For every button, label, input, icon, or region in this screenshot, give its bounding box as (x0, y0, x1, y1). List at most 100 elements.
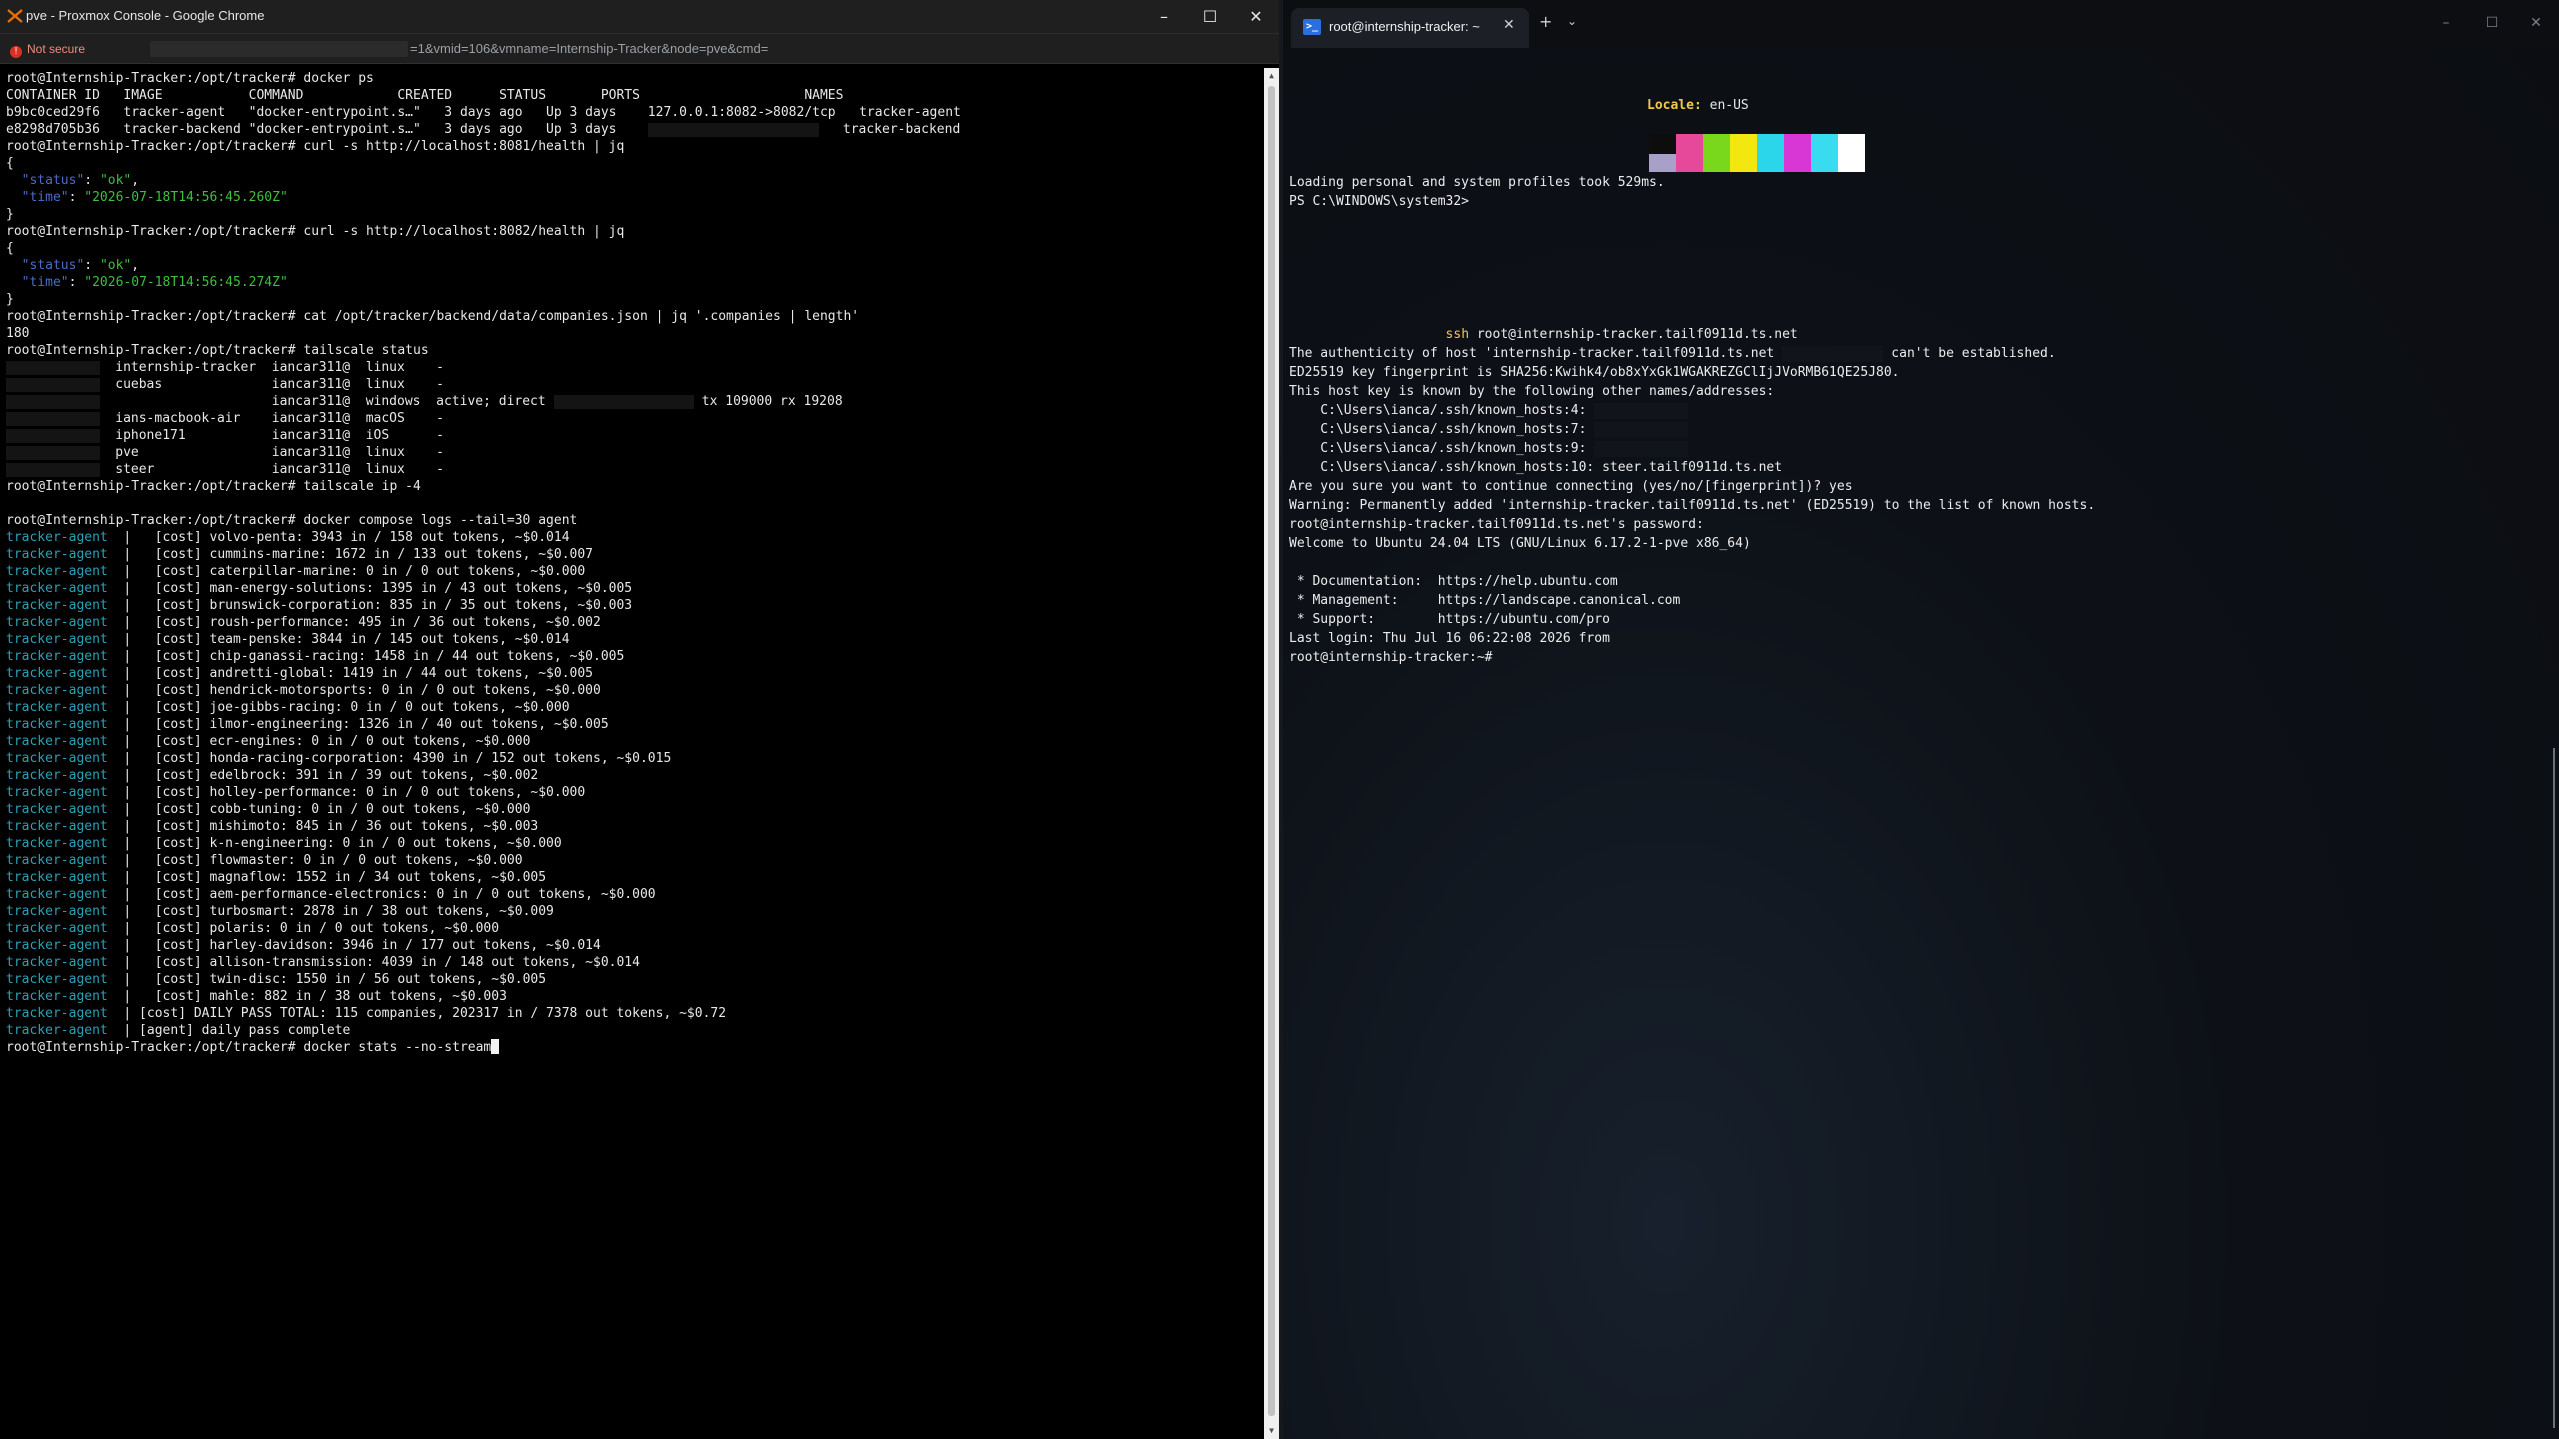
url-text[interactable]: =1&vmid=106&vmname=Internship-Tracker&no… (410, 41, 768, 56)
proxmox-icon (7, 9, 23, 23)
line-text: | [cost] hendrick-motorsports: 0 in / 0 … (107, 683, 601, 698)
new-tab-icon[interactable]: + (1539, 12, 1552, 31)
color-swatch (1676, 134, 1703, 172)
line-text: tracker-agent (6, 598, 108, 613)
color-swatch (1703, 134, 1730, 172)
line-text: | [cost] roush-performance: 495 in / 36 … (107, 615, 601, 630)
terminal-tab[interactable]: >_ root@internship-tracker: ~ ✕ (1291, 8, 1529, 48)
tab-close-icon[interactable]: ✕ (1503, 17, 1515, 33)
line-text: tracker-agent (6, 632, 108, 647)
line-text: C:\Users\ianca/.ssh/known_hosts:4: (1289, 403, 1595, 418)
terminal-line: iancar311@ windows active; direct tx 109… (6, 393, 1268, 410)
terminal-line: tracker-agent | [cost] polaris: 0 in / 0… (6, 920, 1268, 937)
line-text: : (68, 275, 85, 290)
line-text: steer iancar311@ linux - (99, 462, 444, 477)
line-text: "2026-07-18T14:56:45.274Z" (84, 275, 288, 290)
line-text: pve iancar311@ linux - (99, 445, 444, 460)
terminal-close-button[interactable]: ✕ (2513, 8, 2559, 38)
terminal-line: tracker-agent | [cost] mahle: 882 in / 3… (6, 988, 1268, 1005)
terminal-line: steer iancar311@ linux - (6, 461, 1268, 478)
minimize-button[interactable]: – (1141, 0, 1187, 34)
terminal-line: tracker-agent | [cost] holley-performanc… (6, 784, 1268, 801)
chevron-down-icon[interactable]: ⌄ (1567, 14, 1577, 28)
terminal-line: root@internship-tracker.tailf0911d.ts.ne… (1289, 515, 2095, 534)
terminal-line: tracker-agent | [cost] edelbrock: 391 in… (6, 767, 1268, 784)
redacted-text (6, 462, 100, 477)
close-button[interactable]: ✕ (1233, 0, 1279, 34)
line-text: tracker-agent (6, 751, 108, 766)
terminal-line: tracker-agent | [cost] aem-performance-e… (6, 886, 1268, 903)
terminal-minimize-button[interactable]: – (2423, 8, 2469, 38)
terminal-line: tracker-agent | [cost] andretti-global: … (6, 665, 1268, 682)
line-text: root@Internship-Tracker:/opt/tracker# ta… (6, 343, 429, 358)
line-text: root@Internship-Tracker:/opt/tracker# do… (6, 513, 578, 528)
line-text: Warning: Permanently added 'internship-t… (1289, 498, 2096, 513)
terminal-line: ED25519 key fingerprint is SHA256:Kwihk4… (1289, 363, 2095, 382)
line-text: "2026-07-18T14:56:45.260Z" (84, 190, 288, 205)
line-text: tracker-agent (6, 836, 108, 851)
line-text: } (6, 292, 14, 307)
line-text: tx 109000 rx 19208 (693, 394, 843, 409)
terminal-line: C:\Users\ianca/.ssh/known_hosts:7: (1289, 420, 2095, 439)
terminal-tab-bar[interactable]: >_ root@internship-tracker: ~ ✕ + ⌄ – ☐ … (1283, 0, 2559, 48)
address-bar[interactable]: ! Not secure =1&vmid=106&vmname=Internshi… (0, 34, 1279, 64)
terminal-line: root@Internship-Tracker:/opt/tracker# ta… (6, 478, 1268, 495)
terminal-line: Loading personal and system profiles too… (1289, 173, 2095, 192)
terminal-line: Welcome to Ubuntu 24.04 LTS (GNU/Linux 6… (1289, 534, 2095, 553)
line-text (1289, 327, 1446, 342)
terminal-line: tracker-agent | [cost] hendrick-motorspo… (6, 682, 1268, 699)
terminal-output[interactable]: Locale: en-US Loading personal and syste… (1283, 48, 2559, 1439)
terminal-line: "time": "2026-07-18T14:56:45.260Z" (6, 189, 1268, 206)
terminal-line: { (6, 155, 1268, 172)
terminal-line: CONTAINER ID IMAGE COMMAND CREATED STATU… (6, 87, 1268, 104)
terminal-maximize-button[interactable]: ☐ (2469, 8, 2515, 38)
line-text: tracker-backend (819, 122, 961, 137)
line-text: | [cost] ecr-engines: 0 in / 0 out token… (107, 734, 531, 749)
terminal-line: "status": "ok", (6, 257, 1268, 274)
line-text: | [cost] chip-ganassi-racing: 1458 in / … (107, 649, 625, 664)
terminal-scrollbar[interactable] (2553, 748, 2555, 1428)
terminal-line: { (6, 240, 1268, 257)
line-text: | [cost] aem-performance-electronics: 0 … (107, 887, 656, 902)
line-text: tracker-agent (6, 564, 108, 579)
terminal-line: This host key is known by the following … (1289, 382, 2095, 401)
line-text: | [cost] team-penske: 3844 in / 145 out … (107, 632, 570, 647)
line-text: ED25519 key fingerprint is SHA256:Kwihk4… (1289, 365, 1900, 380)
line-text: | [cost] honda-racing-corporation: 4390 … (107, 751, 672, 766)
line-text: | [cost] mishimoto: 845 in / 36 out toke… (107, 819, 539, 834)
terminal-line: } (6, 206, 1268, 223)
chrome-title-bar[interactable]: pve - Proxmox Console - Google Chrome – … (0, 0, 1279, 34)
line-text: root@internship-tracker:~# (1289, 650, 1493, 665)
proxmox-console[interactable]: root@Internship-Tracker:/opt/tracker# do… (0, 68, 1268, 1439)
line-text: tracker-agent (6, 853, 108, 868)
line-text: Last login: Thu Jul 16 06:22:08 2026 fro… (1289, 631, 1618, 646)
color-swatch (1784, 134, 1811, 172)
terminal-line: tracker-agent | [cost] k-n-engineering: … (6, 835, 1268, 852)
line-text: tracker-agent (6, 768, 108, 783)
terminal-line: tracker-agent | [cost] ilmor-engineering… (6, 716, 1268, 733)
terminal-line: C:\Users\ianca/.ssh/known_hosts:9: (1289, 439, 2095, 458)
line-text: tracker-agent (6, 700, 108, 715)
color-swatch (1811, 134, 1838, 172)
redacted-text (1594, 421, 1688, 438)
terminal-line: tracker-agent | [cost] roush-performance… (6, 614, 1268, 631)
line-text: root@internship-tracker.tailf0911d.ts.ne… (1289, 517, 1704, 532)
line-text: "time" (21, 190, 69, 205)
not-secure-badge[interactable]: ! Not secure (10, 40, 85, 58)
line-text: | [cost] holley-performance: 0 in / 0 ou… (107, 785, 586, 800)
line-text: | [cost] cummins-marine: 1672 in / 133 o… (107, 547, 594, 562)
console-scrollbar[interactable]: ▲ ▼ (1264, 68, 1279, 1439)
redacted-text (1782, 345, 1884, 362)
terminal-line: } (6, 291, 1268, 308)
line-text: | [cost] DAILY PASS TOTAL: 115 companies… (107, 1006, 727, 1021)
line-text: tracker-agent (6, 921, 108, 936)
scrollbar-thumb[interactable] (1268, 86, 1275, 1416)
scroll-down-icon[interactable]: ▼ (1267, 1426, 1276, 1435)
line-text: ians-macbook-air iancar311@ macOS - (99, 411, 444, 426)
maximize-button[interactable]: ☐ (1187, 0, 1233, 34)
scroll-up-icon[interactable]: ▲ (1267, 71, 1276, 80)
line-text: tracker-agent (6, 717, 108, 732)
